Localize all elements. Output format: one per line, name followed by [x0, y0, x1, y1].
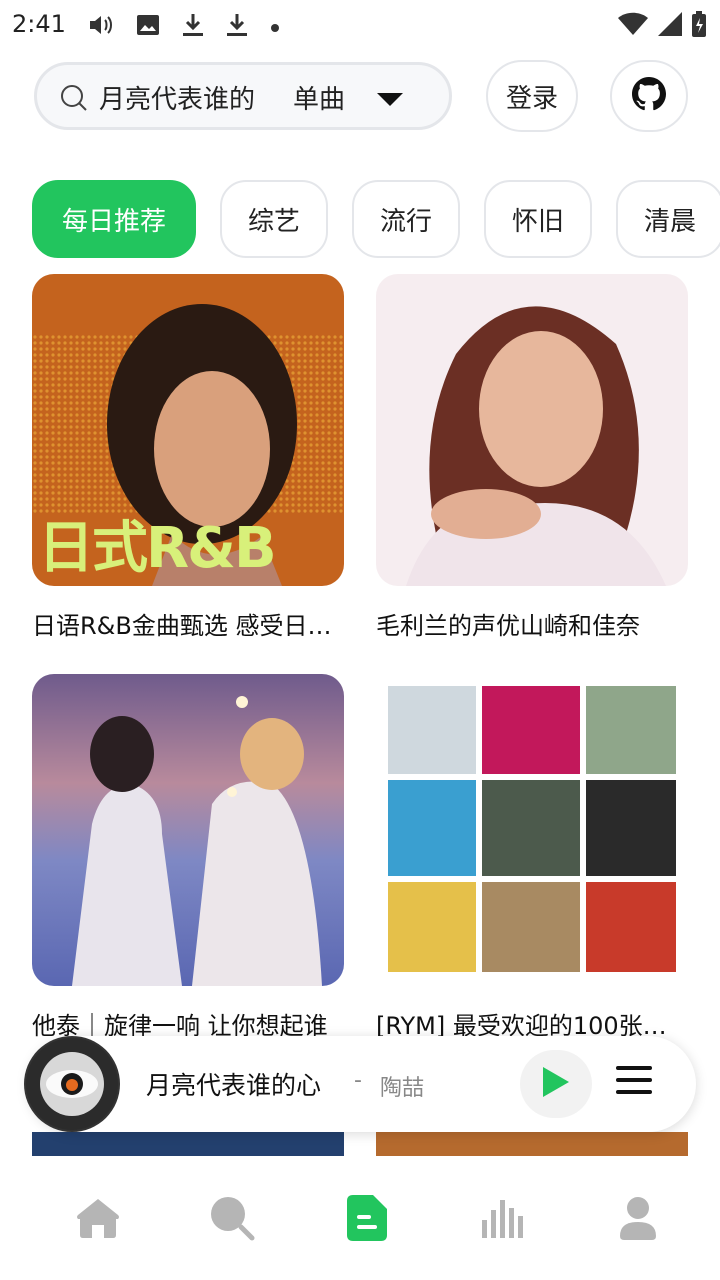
search-input[interactable]: [99, 77, 261, 117]
playlist-cover: [376, 274, 688, 586]
playlist-card[interactable]: 毛利兰的声优山崎和佳奈: [376, 274, 688, 641]
nav-chart[interactable]: [462, 1180, 542, 1260]
category-tabs: 每日推荐 综艺 流行 怀旧 清晨: [32, 180, 720, 258]
battery-icon: [692, 11, 706, 41]
chevron-down-icon[interactable]: [377, 93, 403, 106]
github-button[interactable]: [610, 60, 688, 132]
chart-icon: [480, 1198, 524, 1242]
status-bar: 2:41: [0, 0, 720, 50]
search-bar[interactable]: 单曲: [34, 62, 452, 130]
playlist-menu-button[interactable]: [614, 1062, 658, 1106]
search-icon: [59, 83, 89, 117]
playlist-title: 日语R&B金曲甄选 感受日系R&B的独特魅力: [32, 612, 344, 640]
tab-morning[interactable]: 清晨: [616, 180, 720, 258]
playlist-title: 毛利兰的声优山崎和佳奈: [376, 612, 640, 640]
dot-icon: [270, 18, 280, 37]
playlist-cover-peek[interactable]: [32, 1132, 344, 1156]
playlist-cover-peek[interactable]: [376, 1132, 688, 1156]
user-icon: [618, 1196, 658, 1244]
search-type-select[interactable]: 单曲: [293, 79, 345, 116]
bottom-navigation: [0, 1160, 720, 1280]
search-icon: [209, 1195, 255, 1245]
menu-icon: [614, 1066, 654, 1102]
playlist-card[interactable]: [RYM] 最受欢迎的100张专辑: [376, 674, 688, 1041]
volume-icon: [88, 13, 114, 41]
nav-profile[interactable]: [598, 1180, 678, 1260]
playlist-icon: [347, 1195, 387, 1245]
download-icon: [182, 12, 204, 42]
album-art-disc[interactable]: [24, 1036, 120, 1132]
play-button[interactable]: [520, 1050, 592, 1118]
cover-text: 日式R&B: [38, 516, 277, 581]
tab-nostalgia[interactable]: 怀旧: [484, 180, 592, 258]
mini-player[interactable]: [28, 1036, 696, 1132]
now-playing-separator: -: [354, 1068, 362, 1093]
playlist-cover: 日式R&B: [32, 274, 344, 586]
playlist-card[interactable]: 日式R&B 日语R&B金曲甄选 感受日系R&B的独特魅力: [32, 274, 344, 641]
now-playing-artist: 陶喆: [380, 1076, 425, 1101]
playlist-card[interactable]: 他泰｜旋律一响 让你想起谁: [32, 674, 344, 1041]
tab-pop[interactable]: 流行: [352, 180, 460, 258]
nav-playlist[interactable]: [327, 1180, 407, 1260]
signal-icon: [658, 12, 682, 40]
download-icon: [226, 12, 248, 42]
login-button[interactable]: 登录: [486, 60, 578, 132]
image-icon: [136, 13, 160, 41]
playlist-cover: [32, 674, 344, 986]
status-time: 2:41: [12, 10, 66, 38]
nav-search[interactable]: [192, 1180, 272, 1260]
play-icon: [541, 1065, 571, 1103]
playlist-cover: [376, 674, 688, 986]
tab-variety[interactable]: 综艺: [220, 180, 328, 258]
now-playing-title: 月亮代表谁的心: [146, 1071, 322, 1100]
github-icon: [632, 77, 666, 115]
tab-daily-recommend[interactable]: 每日推荐: [32, 180, 196, 258]
wifi-icon: [618, 12, 648, 40]
home-icon: [76, 1197, 120, 1243]
nav-home[interactable]: [58, 1180, 138, 1260]
